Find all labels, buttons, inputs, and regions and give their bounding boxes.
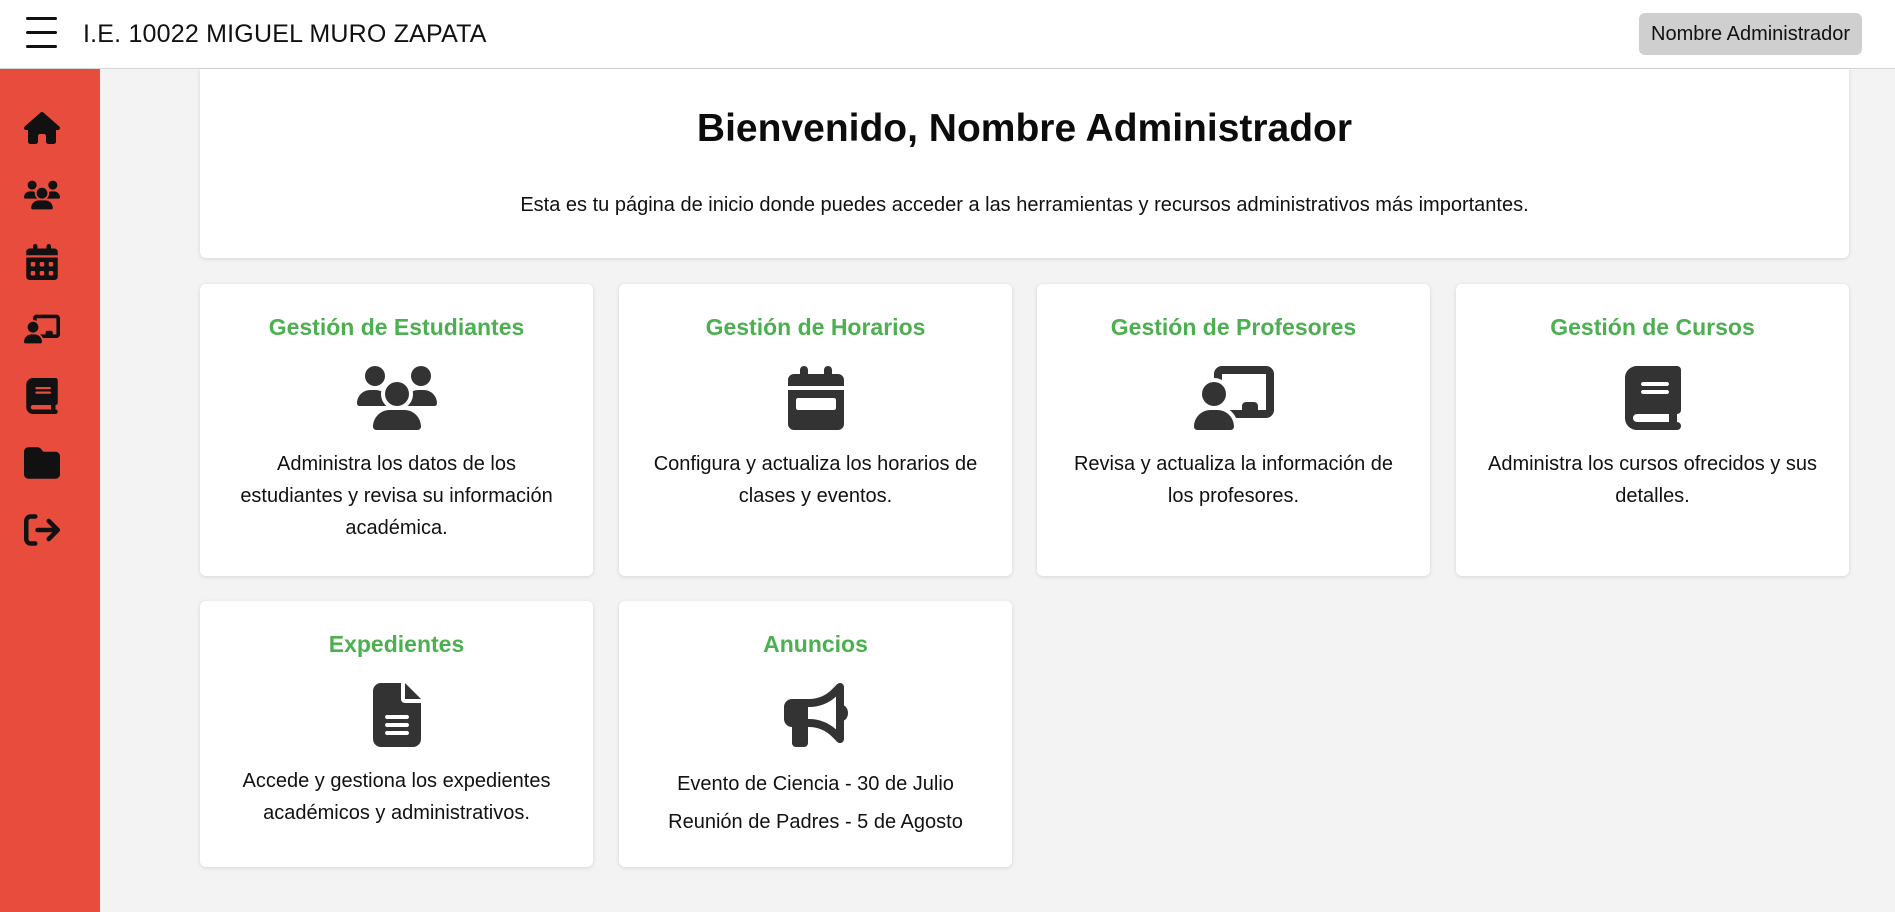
file-icon: [357, 683, 437, 747]
sidebar-item-logout[interactable]: [22, 510, 62, 550]
logout-icon: [24, 512, 60, 548]
user-menu-button[interactable]: Nombre Administrador: [1639, 13, 1862, 55]
announcement-list: Evento de Ciencia - 30 de Julio Reunión …: [629, 765, 1002, 841]
welcome-title: Bienvenido, Nombre Administrador: [696, 107, 1353, 150]
card-description: Accede y gestiona los expedientes académ…: [242, 770, 551, 824]
sidebar-item-records[interactable]: [22, 443, 62, 483]
card-description: Revisa y actualiza la información de los…: [1073, 453, 1394, 507]
card-title: Gestión de Cursos: [1550, 314, 1755, 340]
card-description: Administra los cursos ofrecidos y sus de…: [1487, 453, 1817, 507]
card-title: Gestión de Horarios: [705, 314, 926, 340]
card-description: Administra los datos de los estudiantes …: [240, 453, 553, 539]
app-title: I.E. 10022 MIGUEL MURO ZAPATA: [83, 20, 487, 48]
card-courses[interactable]: Gestión de Cursos Administra los cursos …: [1456, 284, 1849, 576]
folder-icon: [24, 445, 60, 481]
users-icon: [357, 366, 437, 430]
card-title: Anuncios: [763, 631, 868, 657]
card-title: Expedientes: [328, 631, 465, 657]
book-icon: [1613, 366, 1693, 430]
welcome-text: Esta es tu página de inicio donde puedes…: [520, 194, 1529, 216]
sidebar-item-teachers[interactable]: [22, 309, 62, 349]
card-title: Gestión de Estudiantes: [268, 314, 525, 340]
sidebar-item-home[interactable]: [22, 108, 62, 148]
sidebar-item-schedules[interactable]: [22, 242, 62, 282]
book-icon: [24, 378, 60, 414]
card-title: Gestión de Profesores: [1110, 314, 1357, 340]
teacher-icon: [24, 311, 60, 347]
home-icon: [24, 110, 60, 146]
megaphone-icon: [776, 683, 856, 747]
card-records[interactable]: Expedientes Accede y gestiona los expedi…: [200, 601, 593, 867]
card-teachers[interactable]: Gestión de Profesores Revisa y actualiza…: [1037, 284, 1430, 576]
sidebar-item-courses[interactable]: [22, 376, 62, 416]
top-bar: I.E. 10022 MIGUEL MURO ZAPATA Nombre Adm…: [0, 0, 1895, 69]
announcement-item: Reunión de Padres - 5 de Agosto: [668, 811, 963, 833]
hamburger-menu-icon[interactable]: [22, 14, 60, 52]
calendar-icon: [776, 366, 856, 430]
announcement-item: Evento de Ciencia - 30 de Julio: [677, 773, 954, 795]
sidebar-item-students[interactable]: [22, 175, 62, 215]
calendar-icon: [24, 244, 60, 280]
teacher-icon: [1194, 366, 1274, 430]
card-students[interactable]: Gestión de Estudiantes Administra los da…: [200, 284, 593, 576]
welcome-panel: Bienvenido, Nombre Administrador Esta es…: [200, 69, 1849, 258]
users-icon: [24, 177, 60, 213]
card-schedules[interactable]: Gestión de Horarios Configura y actualiz…: [619, 284, 1012, 576]
card-description: Configura y actualiza los horarios de cl…: [653, 453, 978, 507]
card-announcements[interactable]: Anuncios Evento de Ciencia - 30 de Julio…: [619, 601, 1012, 867]
sidebar: [0, 69, 100, 912]
